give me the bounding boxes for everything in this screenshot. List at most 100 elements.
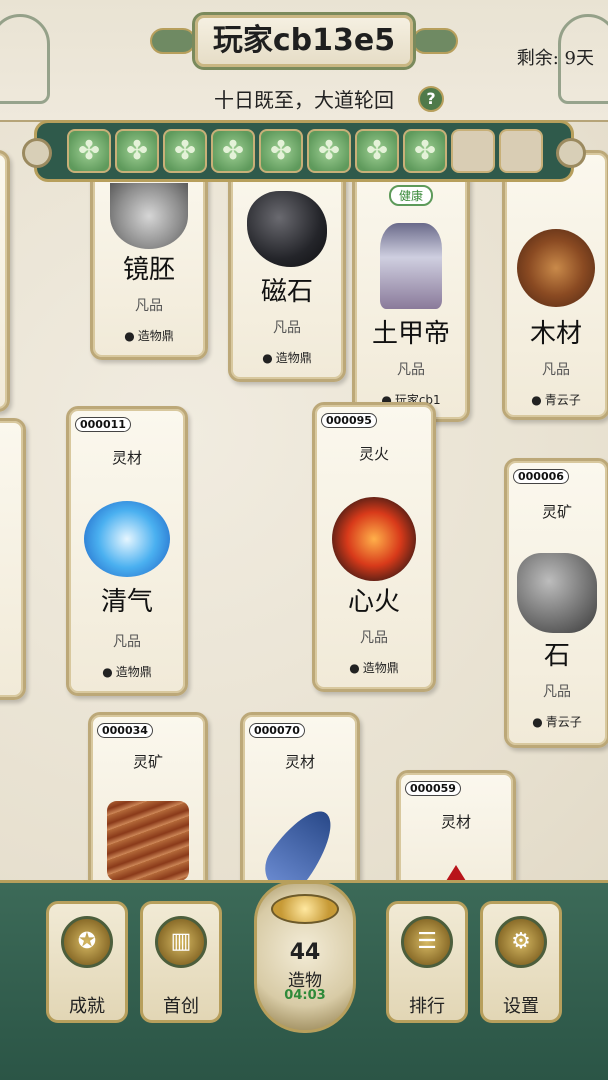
card-grade: 凡品 [360, 630, 388, 646]
card-wood[interactable]: 木材 凡品 ● 青云子 [502, 150, 608, 420]
achievements-label: 成就 [69, 996, 105, 1017]
top-header: 玩家cb13e5 剩余: 9天 十日既至，大道轮回 ? [0, 0, 608, 122]
achievements-button[interactable]: ✪ 成就 [46, 901, 128, 1023]
card-grade: 凡品 [397, 362, 425, 378]
user-icon: ● [349, 661, 360, 675]
settings-label: 设置 [503, 996, 539, 1017]
card-grade: 凡品 [543, 684, 571, 700]
slot-bar-knob-right [556, 138, 586, 168]
card-grade: 凡品 [542, 362, 570, 378]
settings-button[interactable]: ⚙ 设置 [480, 901, 562, 1023]
card-name: 石 [543, 641, 570, 671]
scroll-icon: ☰ [401, 916, 453, 968]
card-category: 灵矿 [541, 503, 572, 521]
heart-fire-icon [332, 497, 416, 581]
day-slot-filled [211, 129, 255, 173]
slot-bar-knob-left [22, 138, 52, 168]
wood-log-icon [517, 229, 595, 307]
card-category: 灵材 [111, 449, 142, 467]
creation-count: 44 [289, 940, 321, 965]
card-category: 灵矿 [132, 753, 163, 771]
card-category: 灵火 [358, 445, 389, 463]
card-creator: ● 造物鼎 [69, 663, 185, 680]
day-slot-filled [307, 129, 351, 173]
card-name: 心火 [347, 587, 400, 617]
creation-cauldron-button[interactable]: 44 造物 04:03 [254, 881, 356, 1033]
medal-icon: ✪ [61, 916, 113, 968]
day-slot-filled [67, 129, 111, 173]
armored-emperor-icon [380, 223, 442, 309]
card-id: 000059 [405, 781, 461, 796]
day-slot-empty [451, 129, 495, 173]
creation-timer: 04:03 [284, 988, 326, 1003]
round-subtitle: 十日既至，大道轮回 [214, 88, 394, 112]
card-grade: 凡品 [113, 634, 141, 650]
ranking-label: 排行 [409, 996, 445, 1017]
gear-icon: ⚙ [495, 916, 547, 968]
card-creator: ● 青云子 [507, 713, 607, 730]
card-creator: ● 青云子 [505, 391, 607, 408]
title-wing-left [150, 28, 196, 54]
card-category: 灵材 [440, 813, 471, 831]
card-magnet-stone[interactable]: 磁石 凡品 ● 造物鼎 [228, 150, 346, 382]
creator-name: 青云子 [545, 715, 582, 729]
magnet-stone-icon [247, 191, 327, 267]
creator-name: 青云子 [544, 393, 581, 407]
card-grade: 凡品 [135, 298, 163, 314]
cauldron-icon [271, 894, 339, 924]
first-creation-label: 首创 [163, 996, 199, 1017]
day-slot-filled [163, 129, 207, 173]
card-id: 000070 [249, 723, 305, 738]
card-name: 磁石 [260, 277, 313, 307]
blue-crystal-icon [84, 501, 170, 577]
card-creator: ● 造物鼎 [315, 659, 433, 676]
day-slot-filled [259, 129, 303, 173]
creator-name: 造物鼎 [275, 351, 312, 365]
user-icon: ● [124, 329, 135, 343]
card-id: 000095 [321, 413, 377, 428]
card-name: 清气 [100, 587, 153, 617]
card-partial-left-top[interactable] [0, 150, 10, 412]
layered-ore-icon [107, 801, 189, 881]
red-gem-icon [446, 865, 466, 881]
card-creator: ● 造物鼎 [93, 327, 205, 344]
day-progress-slots [34, 120, 574, 182]
player-title-plate: 玩家cb13e5 [192, 12, 416, 70]
creator-name: 造物鼎 [362, 661, 399, 675]
creator-name: 造物鼎 [137, 329, 174, 343]
card-id: 000011 [75, 417, 131, 432]
title-wing-right [412, 28, 458, 54]
card-id: 000006 [513, 469, 569, 484]
card-creator: ● 造物鼎 [231, 349, 343, 366]
ranking-button[interactable]: ☰ 排行 [386, 901, 468, 1023]
day-slot-filled [403, 129, 447, 173]
user-icon: ● [531, 393, 542, 407]
card-partial-left-mid[interactable] [0, 418, 26, 700]
creator-name: 造物鼎 [115, 665, 152, 679]
card-clear-qi[interactable]: 000011 灵材 清气 凡品 ● 造物鼎 [66, 406, 188, 696]
user-icon: ● [262, 351, 273, 365]
bottom-nav-bar: ✪ 成就 ▥ 首创 44 造物 04:03 ☰ 排行 ⚙ 设置 [0, 880, 608, 1080]
card-grade: 凡品 [273, 320, 301, 336]
card-name: 土甲帝 [371, 319, 450, 349]
player-name: 玩家cb13e5 [212, 23, 396, 58]
scroll-tablet-icon: ▥ [155, 916, 207, 968]
health-badge: 健康 [388, 185, 434, 206]
grey-rock-icon [517, 553, 597, 633]
card-category: 灵材 [284, 753, 315, 771]
card-stone[interactable]: 000006 灵矿 石 凡品 ● 青云子 [504, 458, 608, 748]
card-name: 镜胚 [122, 255, 175, 285]
days-remaining: 剩余: 9天 [516, 48, 594, 69]
day-slot-filled [355, 129, 399, 173]
user-icon: ● [532, 715, 543, 729]
card-name: 木材 [529, 319, 582, 349]
day-slot-filled [115, 129, 159, 173]
card-heart-fire[interactable]: 000095 灵火 心火 凡品 ● 造物鼎 [312, 402, 436, 692]
help-icon[interactable]: ? [418, 86, 444, 112]
mirror-disc-icon [110, 183, 188, 249]
first-creation-button[interactable]: ▥ 首创 [140, 901, 222, 1023]
card-earth-armor-emperor[interactable]: 健康 土甲帝 凡品 ● 玩家cb1 [352, 150, 470, 422]
card-id: 000034 [97, 723, 153, 738]
day-slot-empty [499, 129, 543, 173]
user-icon: ● [102, 665, 113, 679]
